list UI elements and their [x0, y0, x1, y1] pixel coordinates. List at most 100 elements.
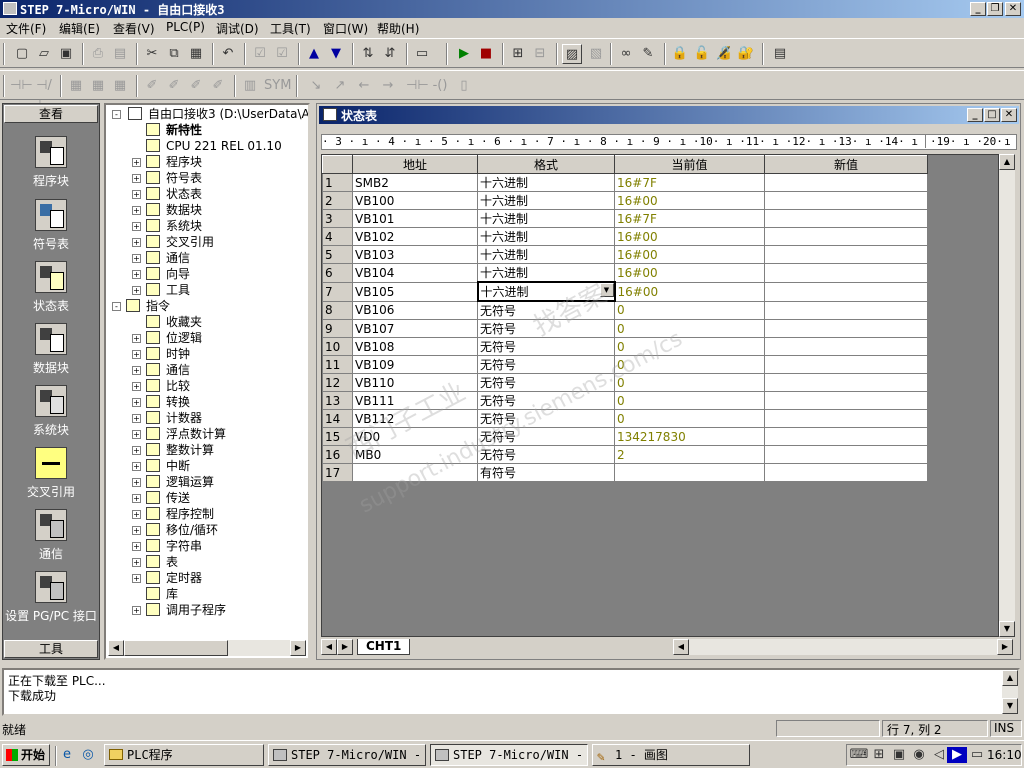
new-value-cell[interactable]: [764, 427, 928, 446]
table-row[interactable]: 15 VD0 无符号 134217830: [322, 427, 928, 446]
print-icon[interactable]: ⎙: [88, 44, 108, 64]
expand-icon[interactable]: +: [132, 574, 141, 583]
format-cell[interactable]: 无符号: [477, 319, 615, 338]
run-icon[interactable]: ▶: [454, 44, 474, 64]
row-number[interactable]: 13: [322, 391, 353, 410]
row-number[interactable]: 9: [322, 319, 353, 338]
table-row[interactable]: 6 VB104 十六进制 16#00: [322, 263, 928, 283]
read-forced-icon[interactable]: 🔐: [736, 44, 756, 64]
scroll-down-icon[interactable]: ▼: [999, 621, 1015, 637]
address-cell[interactable]: VB102: [352, 227, 478, 246]
expand-icon[interactable]: +: [132, 350, 141, 359]
table-hscrollbar[interactable]: ◀ ▶: [673, 639, 1013, 655]
scroll-left-icon[interactable]: ◀: [108, 640, 124, 656]
display-icon[interactable]: ▭: [967, 745, 987, 765]
header-format[interactable]: 格式: [477, 155, 615, 174]
format-cell[interactable]: 十六进制: [477, 263, 615, 283]
format-cell[interactable]: 无符号: [477, 391, 615, 410]
expand-icon[interactable]: +: [132, 478, 141, 487]
format-cell[interactable]: 十六进制 ▼: [476, 281, 616, 302]
table-row[interactable]: 2 VB100 十六进制 16#00: [322, 191, 928, 210]
expand-icon[interactable]: +: [132, 494, 141, 503]
hscroll-left-icon[interactable]: ◀: [673, 639, 689, 655]
row-number[interactable]: 4: [322, 227, 353, 246]
unlock-icon[interactable]: 🔓: [692, 44, 712, 64]
hscroll-right-icon[interactable]: ▶: [997, 639, 1013, 655]
tab-next-icon[interactable]: ▶: [337, 639, 353, 655]
row-number[interactable]: 14: [322, 409, 353, 428]
format-cell[interactable]: 无符号: [477, 373, 615, 392]
format-cell[interactable]: 无符号: [477, 445, 615, 464]
new-value-cell[interactable]: [764, 463, 928, 482]
prev-bookmark-icon[interactable]: ✐: [186, 76, 206, 96]
expand-icon[interactable]: +: [132, 286, 141, 295]
address-cell[interactable]: VB108: [352, 337, 478, 356]
format-cell[interactable]: 无符号: [477, 337, 615, 356]
force-icon[interactable]: ✎: [638, 44, 658, 64]
table-row[interactable]: 17 有符号: [322, 463, 928, 482]
expand-icon[interactable]: +: [132, 558, 141, 567]
line-right-icon[interactable]: →: [378, 76, 398, 96]
header-current-value[interactable]: 当前值: [614, 155, 765, 174]
format-cell[interactable]: 十六进制: [477, 173, 615, 192]
new-value-cell[interactable]: [764, 281, 928, 302]
paste-icon[interactable]: ▦: [186, 44, 206, 64]
sheet-tab-cht1[interactable]: CHT1: [357, 639, 411, 655]
row-number[interactable]: 16: [322, 445, 353, 464]
status-table-titlebar[interactable]: 状态表 _ □ ✕: [319, 106, 1019, 124]
format-cell[interactable]: 无符号: [477, 355, 615, 374]
new-value-cell[interactable]: [764, 263, 928, 283]
save-all-icon[interactable]: ▣: [56, 44, 76, 64]
next-bookmark-icon[interactable]: ✐: [164, 76, 184, 96]
program-status-icon[interactable]: ⊞: [508, 44, 528, 64]
row-number[interactable]: 12: [322, 373, 353, 392]
expand-icon[interactable]: +: [132, 446, 141, 455]
menu-plc[interactable]: PLC(P): [166, 20, 205, 34]
output-vscrollbar[interactable]: ▲ ▼: [1002, 670, 1018, 714]
address-cell[interactable]: VB111: [352, 391, 478, 410]
address-cell[interactable]: VB106: [352, 300, 478, 320]
write-all-icon[interactable]: ∞: [616, 44, 636, 64]
expand-icon[interactable]: +: [132, 414, 141, 423]
table-row[interactable]: 12 VB110 无符号 0: [322, 373, 928, 392]
expand-icon[interactable]: +: [132, 238, 141, 247]
expand-icon[interactable]: +: [132, 190, 141, 199]
table-row[interactable]: 3 VB101 十六进制 16#7F: [322, 209, 928, 228]
contact-icon[interactable]: ⊣⊢: [406, 76, 429, 96]
child-close-button[interactable]: ✕: [1001, 108, 1017, 122]
minimize-button[interactable]: _: [970, 2, 986, 16]
new-value-cell[interactable]: [764, 191, 928, 210]
volume-icon[interactable]: ◁: [929, 745, 949, 765]
address-cell[interactable]: VD0: [352, 427, 478, 446]
download-icon[interactable]: ▼: [326, 44, 346, 64]
collapse-icon[interactable]: -: [112, 302, 121, 311]
task-step7-1[interactable]: STEP 7-Micro/WIN - ...: [268, 744, 426, 766]
task-step7-2[interactable]: STEP 7-Micro/WIN - ...: [430, 744, 588, 766]
new-value-cell[interactable]: [764, 173, 928, 192]
expand-icon[interactable]: +: [132, 158, 141, 167]
expand-icon[interactable]: +: [132, 334, 141, 343]
row-number[interactable]: 15: [322, 427, 353, 446]
nav-item-status-table[interactable]: 状态表: [3, 261, 99, 314]
new-value-cell[interactable]: [764, 245, 928, 264]
network-row-icon[interactable]: ▦: [110, 76, 130, 96]
address-cell[interactable]: SMB2: [352, 173, 478, 192]
ie-icon[interactable]: e: [57, 745, 77, 765]
table-row[interactable]: 7 VB105 十六进制 ▼ 16#00: [322, 281, 928, 302]
header-address[interactable]: 地址: [352, 155, 478, 174]
expand-icon[interactable]: +: [132, 462, 141, 471]
stop-icon[interactable]: ■: [476, 44, 496, 64]
table-row[interactable]: 8 VB106 无符号 0: [322, 300, 928, 320]
sort-descending-icon[interactable]: ⇵: [380, 44, 400, 64]
menu-window[interactable]: 窗口(W): [323, 20, 368, 37]
new-icon[interactable]: ▢: [12, 44, 32, 64]
new-value-cell[interactable]: [764, 409, 928, 428]
task-plc-program[interactable]: PLC程序: [104, 744, 264, 766]
tree-hscroll-thumb[interactable]: [124, 640, 228, 656]
upload-icon[interactable]: ▲: [304, 44, 324, 64]
table-row[interactable]: 16 MB0 无符号 2: [322, 445, 928, 464]
print-preview-icon[interactable]: ▤: [110, 44, 130, 64]
row-number[interactable]: 11: [322, 355, 353, 374]
expand-icon[interactable]: +: [132, 382, 141, 391]
address-cell[interactable]: MB0: [352, 445, 478, 464]
